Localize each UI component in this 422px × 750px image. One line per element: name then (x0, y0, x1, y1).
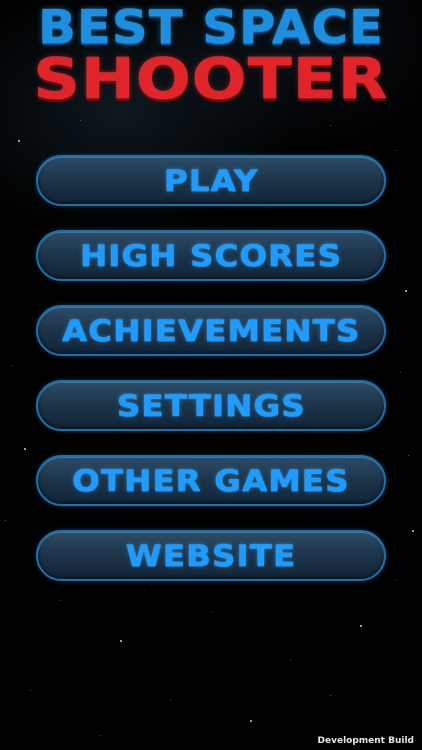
achievements-button-label: ACHIEVEMENTS (61, 313, 361, 348)
other-games-button-label: OTHER GAMES (72, 463, 350, 498)
main-menu: PLAY HIGH SCORES ACHIEVEMENTS SETTINGS O… (36, 155, 386, 605)
title-line-best-space: BEST SPACE (37, 0, 385, 54)
play-button-label: PLAY (163, 163, 259, 198)
settings-button-label: SETTINGS (116, 388, 306, 423)
website-button[interactable]: WEBSITE (36, 530, 386, 581)
website-button-label: WEBSITE (125, 538, 297, 573)
game-title: BEST SPACE SHOOTER (0, 4, 422, 108)
title-line-shooter: SHOOTER (33, 47, 389, 112)
high-scores-button[interactable]: HIGH SCORES (36, 230, 386, 281)
play-button[interactable]: PLAY (36, 155, 386, 206)
high-scores-button-label: HIGH SCORES (79, 238, 343, 273)
development-build-label: Development Build (317, 736, 414, 746)
other-games-button[interactable]: OTHER GAMES (36, 455, 386, 506)
achievements-button[interactable]: ACHIEVEMENTS (36, 305, 386, 356)
settings-button[interactable]: SETTINGS (36, 380, 386, 431)
main-menu-screen: BEST SPACE SHOOTER PLAY HIGH SCORES ACHI… (0, 0, 422, 750)
